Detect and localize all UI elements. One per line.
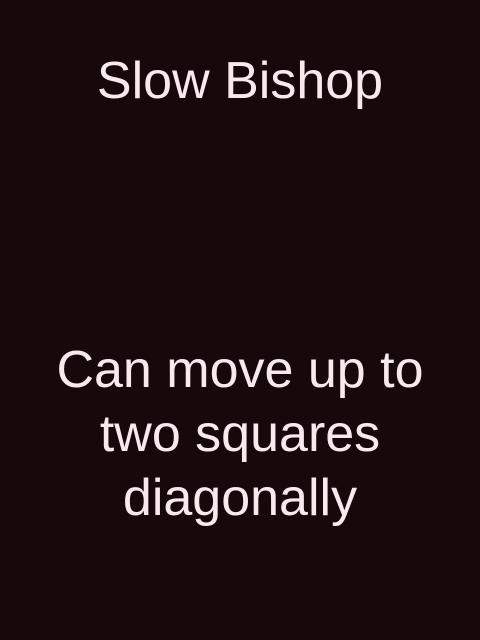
- description-line-2: two squares: [99, 405, 381, 463]
- piece-card: Slow Bishop Can move up to two squares d…: [0, 0, 480, 640]
- description-line-1: Can move up to: [56, 341, 424, 399]
- description-line-3: diagonally: [122, 469, 358, 527]
- piece-title: Slow Bishop: [96, 52, 384, 110]
- piece-description: Can move up to two squares diagonally: [0, 338, 480, 530]
